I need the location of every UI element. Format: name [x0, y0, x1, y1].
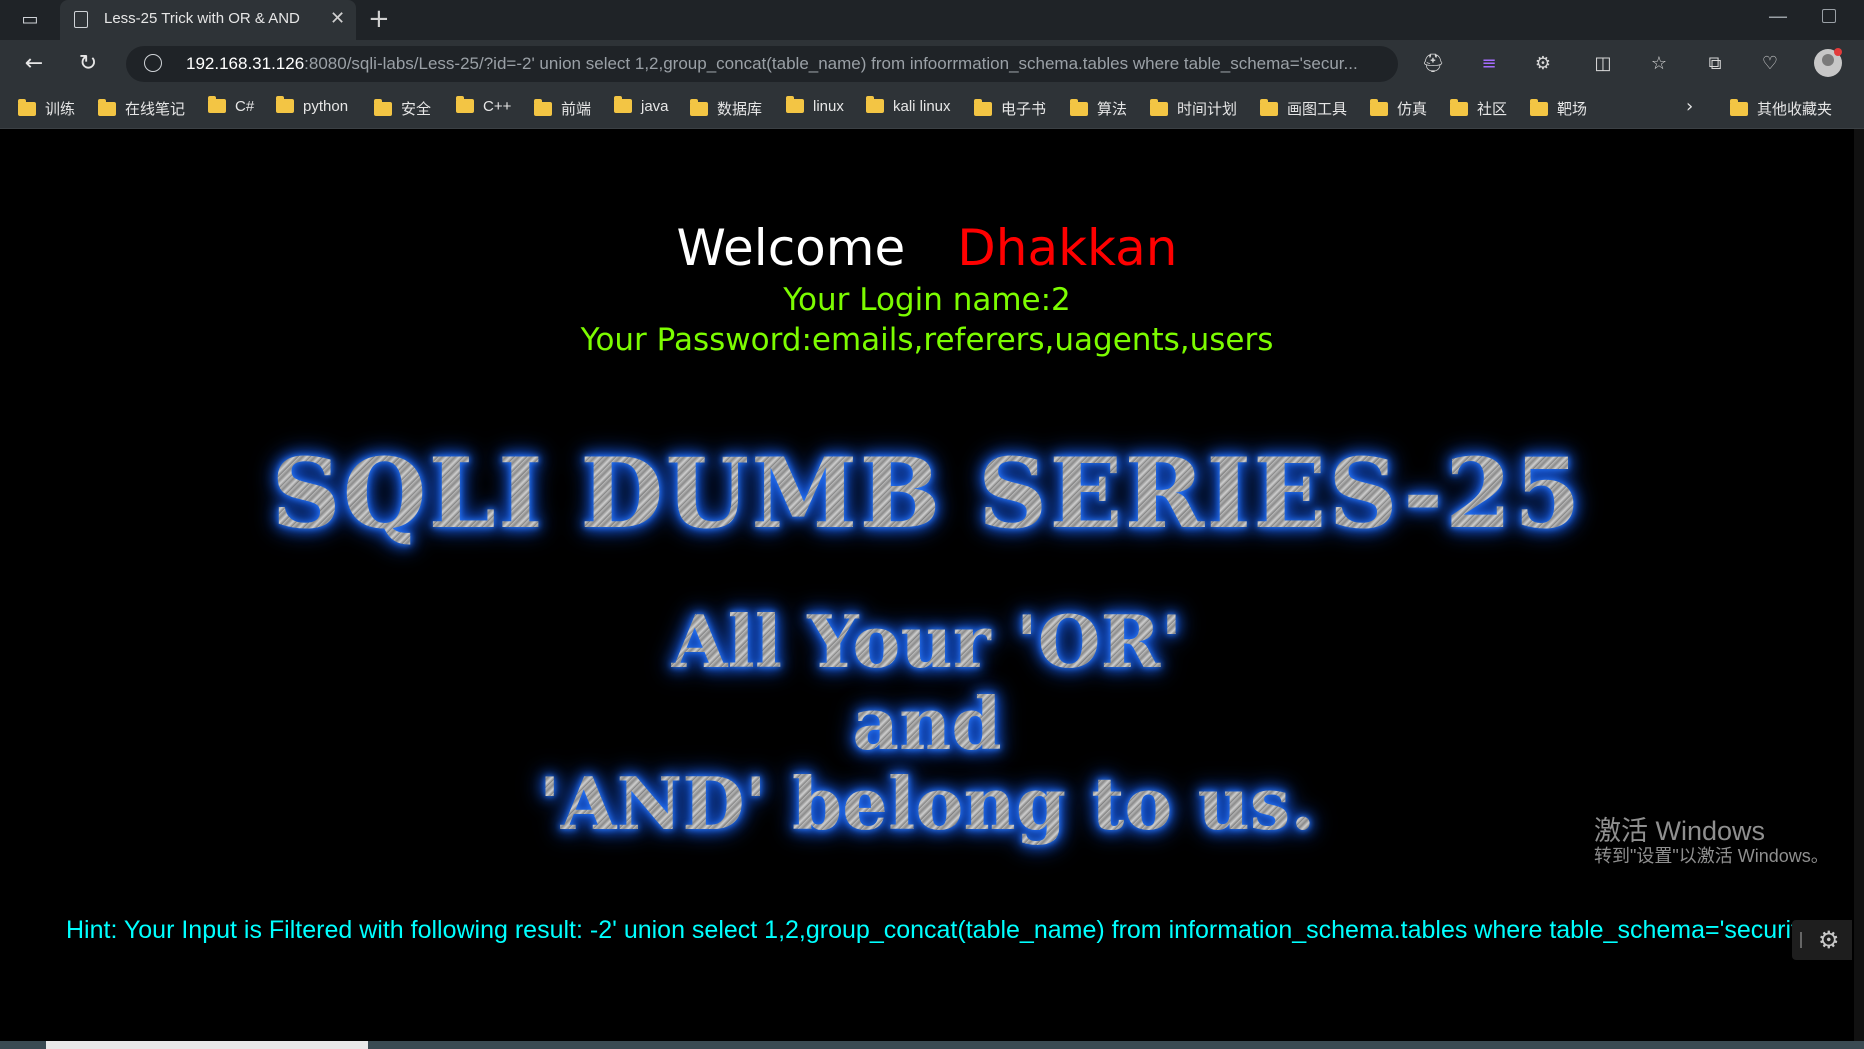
- bookmarks-bar: 训练 在线笔记 C# python 安全 C++ 前端 java 数据库 lin…: [0, 88, 1864, 129]
- notification-dot: [1834, 48, 1842, 56]
- bookmark-folder[interactable]: 电子书: [974, 98, 1046, 118]
- gear-icon[interactable]: ⚙: [1818, 926, 1840, 954]
- folder-icon: [690, 99, 708, 116]
- close-tab-icon[interactable]: ✕: [330, 8, 345, 29]
- address-toolbar: ← ↻ 192.168.31.126:8080/sqli-labs/Less-2…: [0, 40, 1864, 88]
- welcome-heading: Welcome Dhakkan: [676, 219, 1178, 277]
- address-bar[interactable]: 192.168.31.126:8080/sqli-labs/Less-25/?i…: [126, 46, 1398, 82]
- banner-line-2: and: [0, 681, 1854, 766]
- bookmark-folder[interactable]: 在线笔记: [98, 98, 185, 118]
- extensions-puzzle-icon[interactable]: ⚙: [1530, 52, 1556, 76]
- folder-icon: [456, 96, 474, 113]
- chevron-right-icon[interactable]: ›: [1686, 96, 1693, 117]
- folder-icon: [1150, 99, 1168, 116]
- page-icon: [74, 11, 88, 28]
- password-text: Your Password:emails,referers,uagents,us…: [580, 322, 1274, 358]
- folder-icon: [1070, 99, 1088, 116]
- reload-icon[interactable]: ↻: [72, 50, 104, 78]
- folder-icon: [974, 99, 992, 116]
- scrollbar[interactable]: [1854, 129, 1864, 1041]
- activation-watermark-subtitle: 转到"设置"以激活 Windows。: [1594, 846, 1829, 866]
- favorites-star-icon[interactable]: ☆: [1646, 52, 1672, 76]
- globe-icon: [144, 54, 162, 72]
- folder-icon: [1730, 99, 1748, 116]
- new-tab-icon[interactable]: +: [368, 4, 390, 34]
- browser-essentials-icon[interactable]: ♡: [1757, 52, 1783, 76]
- folder-icon: [1450, 99, 1468, 116]
- folder-icon: [1530, 99, 1548, 116]
- bookmark-folder[interactable]: 安全: [374, 98, 431, 118]
- folder-icon: [98, 99, 116, 116]
- bookmark-folder[interactable]: 社区: [1450, 98, 1507, 118]
- floating-settings-button[interactable]: ⚙: [1792, 920, 1852, 960]
- bookmark-folder[interactable]: java: [614, 96, 669, 118]
- banner-line-3: 'AND' belong to us.: [0, 761, 1854, 846]
- bookmark-folder[interactable]: python: [276, 96, 348, 118]
- vpn-extension-icon[interactable]: ≡: [1476, 52, 1502, 76]
- tab-title: Less-25 Trick with OR & AND: [104, 10, 300, 27]
- extension-icon[interactable]: ⛑: [1420, 52, 1446, 76]
- tab-active[interactable]: Less-25 Trick with OR & AND ✕: [60, 0, 356, 40]
- folder-icon: [614, 96, 632, 113]
- folder-icon: [786, 96, 804, 113]
- tab-strip: ▭ Less-25 Trick with OR & AND ✕ + —: [0, 0, 1864, 40]
- bookmark-folder[interactable]: 算法: [1070, 98, 1127, 118]
- folder-icon: [1370, 99, 1388, 116]
- folder-icon: [276, 96, 294, 113]
- folder-icon: [374, 99, 392, 116]
- login-name-text: Your Login name:2: [783, 282, 1071, 318]
- bookmark-folder[interactable]: 时间计划: [1150, 98, 1237, 118]
- split-screen-icon[interactable]: ◫: [1590, 52, 1616, 76]
- minimize-icon[interactable]: —: [1768, 4, 1788, 28]
- folder-icon: [866, 96, 884, 113]
- bookmark-folder[interactable]: 数据库: [690, 98, 762, 118]
- bookmark-folder[interactable]: 画图工具: [1260, 98, 1347, 118]
- bookmark-folder[interactable]: C#: [208, 96, 254, 118]
- bookmark-folder[interactable]: kali linux: [866, 96, 951, 118]
- folder-icon: [534, 99, 552, 116]
- progress-fill: [46, 1041, 368, 1049]
- drag-handle[interactable]: [1800, 932, 1802, 948]
- user-name: Dhakkan: [957, 219, 1178, 277]
- bookmark-folder[interactable]: 训练: [18, 98, 75, 118]
- page-content: Welcome Dhakkan Your Login name:2 Your Pa…: [0, 129, 1854, 1041]
- collections-icon[interactable]: ⧉: [1702, 52, 1728, 76]
- bookmark-folder[interactable]: linux: [786, 96, 844, 118]
- bookmark-folder[interactable]: 仿真: [1370, 98, 1427, 118]
- bookmark-folder[interactable]: C++: [456, 96, 511, 118]
- bottom-progress-bar: [0, 1041, 1864, 1049]
- banner-line-1: All Your 'OR': [0, 599, 1854, 684]
- tab-actions-icon[interactable]: ▭: [14, 6, 46, 34]
- filter-hint: Hint: Your Input is Filtered with follow…: [66, 916, 1832, 944]
- folder-icon: [1260, 99, 1278, 116]
- other-bookmarks-folder[interactable]: 其他收藏夹: [1730, 98, 1832, 118]
- bookmark-folder[interactable]: 靶场: [1530, 98, 1587, 118]
- back-arrow-icon[interactable]: ←: [18, 50, 50, 78]
- series-title-banner: SQLI DUMB SERIES-25: [0, 437, 1854, 550]
- folder-icon: [208, 96, 226, 113]
- restore-icon[interactable]: [1822, 9, 1836, 23]
- folder-icon: [18, 99, 36, 116]
- bookmark-folder[interactable]: 前端: [534, 98, 591, 118]
- url-text[interactable]: 192.168.31.126:8080/sqli-labs/Less-25/?i…: [186, 54, 1386, 74]
